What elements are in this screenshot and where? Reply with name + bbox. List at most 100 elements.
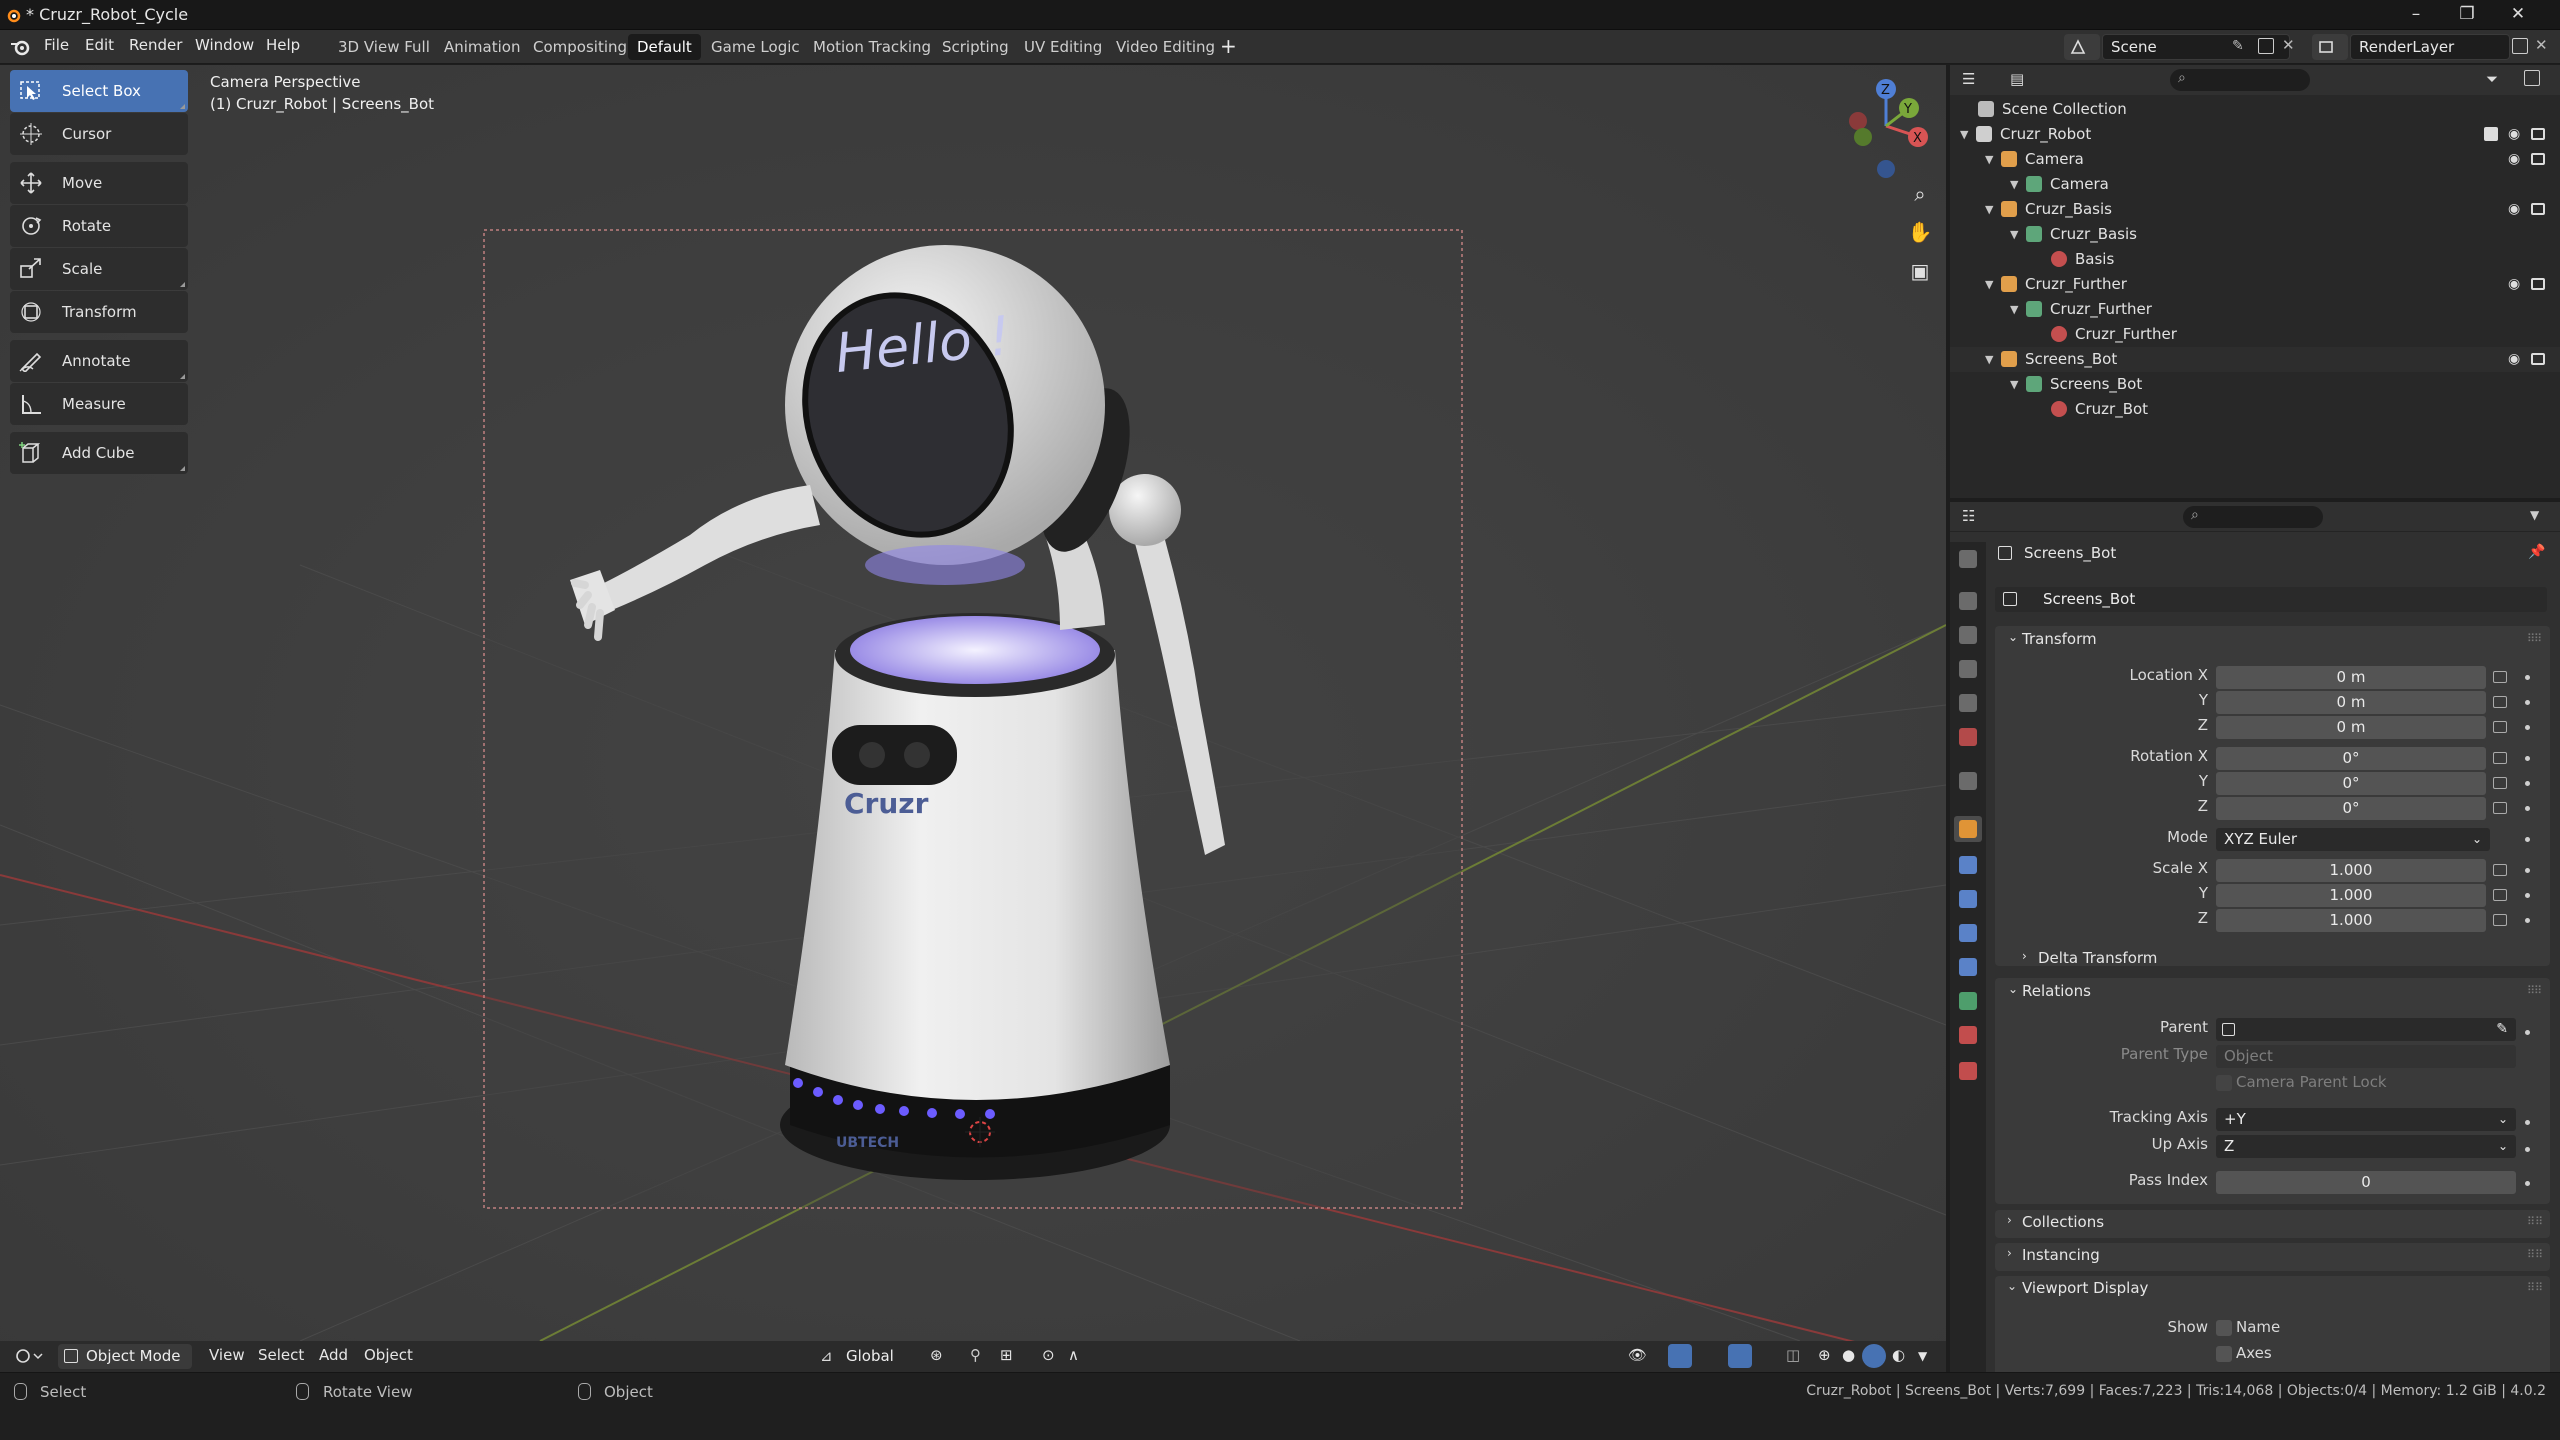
tab-3d-view-full[interactable]: 3D View Full [329, 34, 439, 60]
keyframe-dot-icon[interactable] [2525, 725, 2530, 730]
render-camera-icon[interactable] [2531, 203, 2545, 215]
solid-shading-icon[interactable]: ● [1842, 1346, 1855, 1364]
renderlayer-name-field[interactable]: RenderLayer [2350, 34, 2510, 60]
tool-tab-icon[interactable] [1959, 550, 1977, 568]
lock-location-x-icon[interactable] [2493, 671, 2507, 683]
keyframe-dot-icon[interactable] [2525, 675, 2530, 680]
scale-y-field[interactable]: 1.000 [2216, 884, 2486, 907]
chevron-down-icon[interactable]: ⌄ [2007, 1279, 2017, 1293]
close-icon[interactable]: ✕ [2508, 4, 2528, 24]
tool-select-box[interactable]: Select Box [10, 70, 188, 112]
rotation-mode-dropdown[interactable]: XYZ Euler ⌄ [2216, 828, 2490, 851]
keyframe-dot-icon[interactable] [2525, 1120, 2530, 1125]
tab-default[interactable]: Default [628, 34, 701, 60]
snap-target-icon[interactable]: ⊞ [1000, 1346, 1013, 1364]
material-shading-icon[interactable] [1862, 1344, 1886, 1368]
proportional-edit-icon[interactable]: ⊙ [1042, 1346, 1055, 1364]
chevron-down-icon[interactable]: ⌄ [2008, 982, 2018, 996]
outliner-root[interactable]: Scene Collection [1950, 97, 2560, 122]
outliner-item[interactable]: ▼ Camera ◉ [1950, 147, 2560, 172]
collection-tab-icon[interactable] [1959, 772, 1977, 790]
keyframe-dot-icon[interactable] [2525, 700, 2530, 705]
lock-location-z-icon[interactable] [2493, 721, 2507, 733]
disclosure-triangle-icon[interactable]: ▼ [2010, 222, 2018, 247]
keyframe-dot-icon[interactable] [2525, 837, 2530, 842]
keyframe-dot-icon[interactable] [2525, 868, 2530, 873]
chevron-down-icon[interactable]: ⌄ [2008, 630, 2018, 644]
pan-hand-icon[interactable]: ✋ [1903, 215, 1937, 249]
outliner-item[interactable]: ▼ Camera [1950, 172, 2560, 197]
menu-add[interactable]: Add [319, 1346, 348, 1364]
constraints-tab-icon[interactable] [1959, 958, 1977, 976]
outliner-item[interactable]: ▼ Cruzr_Further ◉ [1950, 272, 2560, 297]
pin-icon[interactable]: 📌 [2528, 544, 2545, 560]
eye-icon[interactable]: ◉ [2508, 122, 2520, 147]
menu-edit[interactable]: Edit [85, 36, 114, 54]
lock-rotation-x-icon[interactable] [2493, 752, 2507, 764]
menu-view[interactable]: View [209, 1346, 245, 1364]
show-axes-checkbox[interactable] [2216, 1346, 2232, 1362]
tool-move[interactable]: Move [10, 162, 188, 204]
display-mode-icon[interactable]: ▤ [2010, 70, 2024, 88]
outliner-item[interactable]: Cruzr_Further [1950, 322, 2560, 347]
render-camera-icon[interactable] [2531, 153, 2545, 165]
viewport-display-header[interactable]: Viewport Display [2022, 1279, 2148, 1297]
texture-tab-icon[interactable] [1959, 1062, 1977, 1080]
lock-scale-y-icon[interactable] [2493, 889, 2507, 901]
exclude-checkbox-icon[interactable] [2484, 127, 2498, 141]
tool-transform[interactable]: Transform [10, 291, 188, 333]
outliner-item[interactable]: ▼ Cruzr_Robot ◉ [1950, 122, 2560, 147]
keyframe-dot-icon[interactable] [2525, 781, 2530, 786]
physics-tab-icon[interactable] [1959, 924, 1977, 942]
tool-scale[interactable]: Scale [10, 248, 188, 290]
tab-animation[interactable]: Animation [435, 34, 529, 60]
object-datablock-field[interactable]: Screens_Bot [1995, 587, 2547, 612]
properties-editor-icon[interactable]: ☷ [1962, 507, 1975, 525]
tool-annotate[interactable]: Annotate [10, 340, 188, 382]
keyframe-dot-icon[interactable] [2525, 806, 2530, 811]
menu-window[interactable]: Window [195, 36, 254, 54]
object-tab-icon[interactable] [1959, 820, 1977, 838]
falloff-icon[interactable]: ∧ [1068, 1346, 1079, 1364]
wireframe-shading-icon[interactable]: ⊕ [1818, 1346, 1831, 1364]
rotation-z-field[interactable]: 0° [2216, 797, 2486, 820]
3d-viewport[interactable]: Hello ! Cruzr UBTECH Select Box Cursor M… [0, 65, 1946, 1372]
navigation-gizmo[interactable]: Z X Y [1836, 71, 1936, 181]
disclosure-triangle-icon[interactable]: ▼ [1985, 197, 1993, 222]
tool-add-cube[interactable]: Add Cube [10, 432, 188, 474]
collections-panel[interactable]: › Collections ⠿⠿ [1995, 1210, 2550, 1238]
location-z-field[interactable]: 0 m [2216, 716, 2486, 739]
menu-object[interactable]: Object [364, 1346, 413, 1364]
modifier-tab-icon[interactable] [1959, 856, 1977, 874]
object-mode-dropdown[interactable]: Object Mode [58, 1344, 192, 1369]
tool-rotate[interactable]: Rotate [10, 205, 188, 247]
minimize-icon[interactable]: – [2406, 4, 2426, 24]
keyframe-dot-icon[interactable] [2525, 1030, 2530, 1035]
rendered-shading-icon[interactable]: ◐ [1892, 1346, 1905, 1364]
delete-scene-icon[interactable]: ✕ [2282, 36, 2295, 54]
pivot-icon[interactable]: ⊛ [930, 1346, 943, 1364]
properties-search-input[interactable]: ⌕ [2183, 506, 2323, 528]
render-camera-icon[interactable] [2531, 278, 2545, 290]
menu-select[interactable]: Select [258, 1346, 304, 1364]
delete-renderlayer-icon[interactable]: ✕ [2535, 36, 2548, 54]
tool-measure[interactable]: Measure [10, 383, 188, 425]
menu-help[interactable]: Help [266, 36, 300, 54]
filter-icon[interactable]: ⏷ [2486, 70, 2498, 88]
lock-scale-x-icon[interactable] [2493, 864, 2507, 876]
outliner-item[interactable]: ▼ Screens_Bot [1950, 372, 2560, 397]
xray-icon[interactable]: ◫ [1786, 1346, 1800, 1364]
tab-game-logic[interactable]: Game Logic [702, 34, 809, 60]
scene-tab-icon[interactable] [1959, 694, 1977, 712]
world-tab-icon[interactable] [1959, 728, 1977, 746]
zoom-icon[interactable]: ⌕ [1903, 177, 1937, 211]
scene-type-dropdown[interactable] [2064, 34, 2100, 60]
material-tab-icon[interactable] [1959, 1026, 1977, 1044]
disclosure-triangle-icon[interactable]: ▼ [2010, 297, 2018, 322]
snap-icon[interactable]: ⚲ [970, 1346, 981, 1364]
outliner-item[interactable]: ▼ Screens_Bot ◉ [1950, 347, 2560, 372]
menu-file[interactable]: File [44, 36, 69, 54]
disclosure-triangle-icon[interactable]: ▼ [1985, 347, 1993, 372]
camera-view-icon[interactable]: ▣ [1903, 254, 1937, 288]
instancing-panel[interactable]: › Instancing ⠿⠿ [1995, 1243, 2550, 1271]
